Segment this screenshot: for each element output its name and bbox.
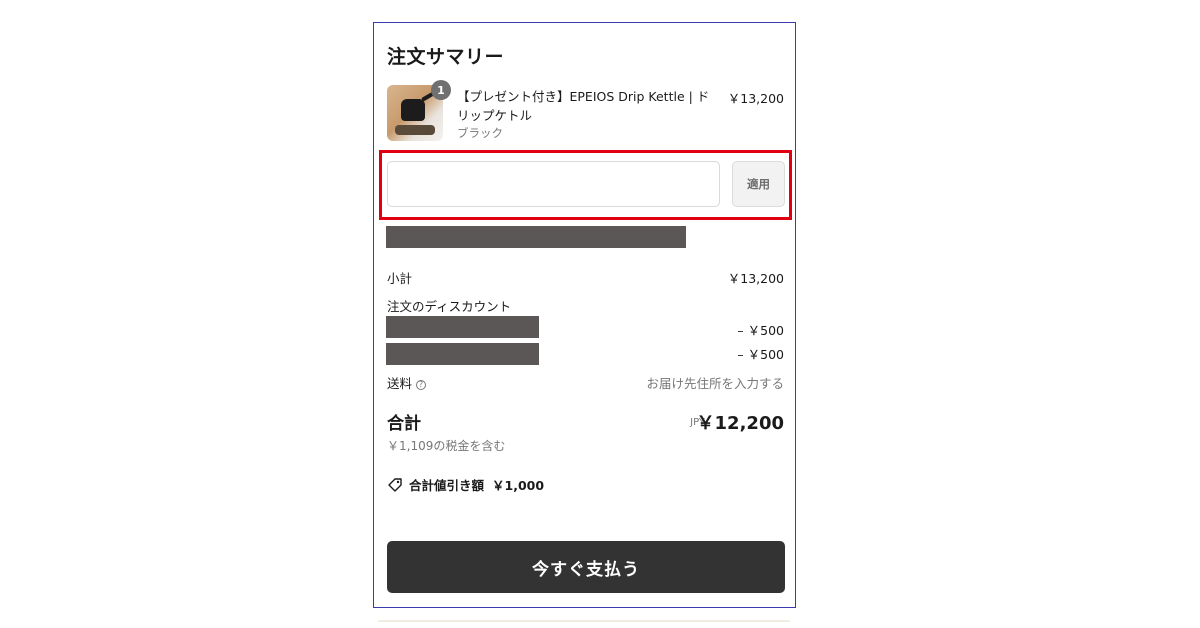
tax-note: ￥1,109の税金を含む [387, 439, 506, 453]
shipping-value: お届け先住所を入力する [646, 376, 784, 391]
savings-label: 合計値引き額 [409, 478, 485, 493]
total-value: ￥12,200 [696, 413, 784, 434]
total-savings: 合計値引き額 ￥1,000 [387, 475, 544, 494]
shipping-label: 送料 [387, 376, 413, 391]
product-price: ￥13,200 [727, 91, 784, 106]
help-icon[interactable]: ? [416, 379, 427, 390]
redacted-discount-code-2 [386, 343, 539, 365]
discount-1-value: – ￥500 [737, 323, 784, 338]
order-discount-label: 注文のディスカウント [387, 299, 512, 314]
footer-divider [378, 620, 790, 622]
quantity-badge: 1 [431, 80, 451, 100]
discount-2-value: – ￥500 [737, 347, 784, 362]
total-label: 合計 [387, 414, 421, 434]
savings-value: ￥1,000 [492, 478, 545, 493]
order-summary-title: 注文サマリー [387, 46, 505, 68]
apply-discount-button[interactable]: 適用 [732, 161, 785, 207]
tag-icon [388, 477, 402, 492]
product-variant: ブラック [457, 126, 503, 140]
subtotal-label: 小計 [387, 271, 413, 286]
pay-now-button[interactable]: 今すぐ支払う [387, 541, 785, 593]
redacted-discount-code-1 [386, 316, 539, 338]
discount-code-input[interactable] [387, 161, 720, 207]
product-name: 【プレゼント付き】EPEIOS Drip Kettle | ドリップケトル [457, 89, 710, 123]
subtotal-value: ￥13,200 [727, 271, 784, 286]
shipping-row: 送料? [387, 373, 427, 392]
redacted-discount-tag [386, 226, 686, 248]
order-summary-panel: 注文サマリー 1 【プレゼント付き】EPEIOS Drip Kettle | ド… [373, 22, 796, 608]
